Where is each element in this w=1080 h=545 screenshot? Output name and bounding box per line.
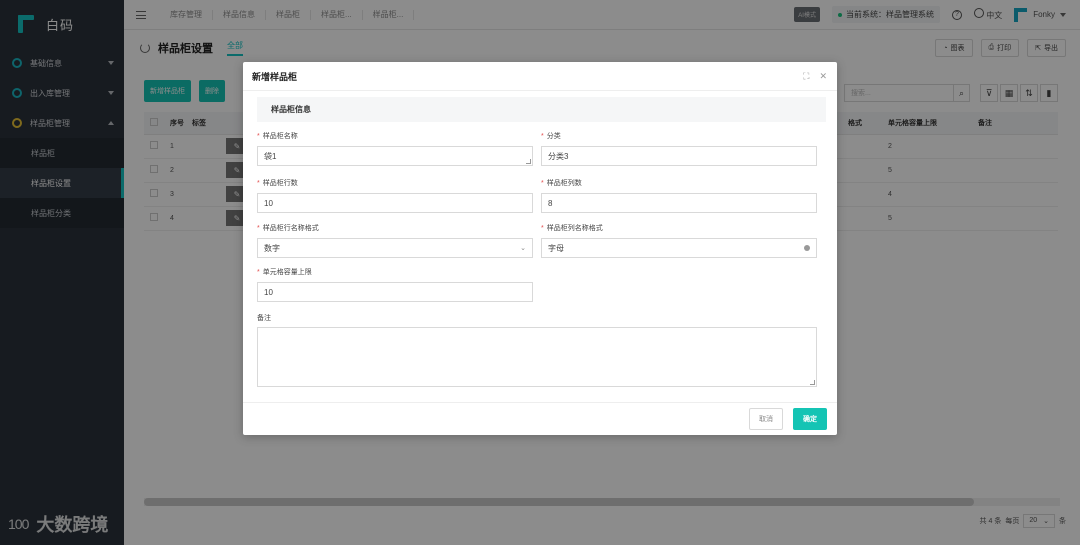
field-label: * 样品柜行数 bbox=[257, 178, 533, 189]
col-format-label: 样品柜列名称格式 bbox=[546, 225, 603, 232]
capacity-label: 单元格容量上限 bbox=[262, 269, 312, 276]
row-format-value: 数字 bbox=[264, 243, 280, 253]
remark-label: 备注 bbox=[257, 315, 271, 322]
cols-value: 8 bbox=[548, 198, 553, 208]
required-mark: * bbox=[257, 269, 260, 276]
add-cabinet-dialog: 新增样品柜 ⛶ ✕ 样品柜信息 * 样品柜名称 袋1 * 分类 分类3 * 样品柜行数… bbox=[243, 62, 837, 435]
cancel-button[interactable]: 取消 bbox=[749, 408, 783, 430]
name-field[interactable]: 袋1 bbox=[257, 146, 533, 166]
cols-label: 样品柜列数 bbox=[546, 180, 582, 187]
required-mark: * bbox=[257, 133, 260, 140]
rows-field[interactable]: 10 bbox=[257, 193, 533, 213]
field-label: * 样品柜列数 bbox=[541, 178, 817, 189]
dialog-footer: 取消 确定 bbox=[243, 402, 837, 435]
field-label: * 样品柜行名称格式 bbox=[257, 223, 533, 234]
remark-field-group: 备注 bbox=[257, 313, 533, 324]
name-label: 样品柜名称 bbox=[262, 133, 298, 140]
category-field[interactable]: 分类3 bbox=[541, 146, 817, 166]
cols-field-group: * 样品柜列数 8 bbox=[541, 178, 817, 213]
clear-icon[interactable] bbox=[804, 245, 810, 251]
dialog-header: 新增样品柜 ⛶ ✕ bbox=[243, 62, 837, 91]
capacity-value: 10 bbox=[264, 287, 273, 297]
section-title: 样品柜信息 bbox=[257, 97, 826, 122]
required-mark: * bbox=[257, 225, 260, 232]
category-label: 分类 bbox=[546, 133, 561, 140]
required-mark: * bbox=[541, 225, 544, 232]
rows-label: 样品柜行数 bbox=[262, 180, 298, 187]
name-value: 袋1 bbox=[264, 151, 277, 161]
row-format-label: 样品柜行名称格式 bbox=[262, 225, 319, 232]
remark-textarea[interactable] bbox=[257, 327, 817, 387]
capacity-field-group: * 单元格容量上限 10 bbox=[257, 267, 533, 302]
col-format-field-group: * 样品柜列名称格式 字母 bbox=[541, 223, 817, 258]
col-format-select[interactable]: 字母 bbox=[541, 238, 817, 258]
fullscreen-icon[interactable]: ⛶ bbox=[803, 71, 809, 82]
rows-value: 10 bbox=[264, 198, 273, 208]
cols-field[interactable]: 8 bbox=[541, 193, 817, 213]
confirm-button[interactable]: 确定 bbox=[793, 408, 827, 430]
field-label: * 分类 bbox=[541, 131, 817, 142]
field-label: * 样品柜名称 bbox=[257, 131, 533, 142]
required-mark: * bbox=[257, 180, 260, 187]
required-mark: * bbox=[541, 133, 544, 140]
category-value: 分类3 bbox=[548, 151, 569, 161]
name-field-group: * 样品柜名称 袋1 bbox=[257, 131, 533, 166]
rows-field-group: * 样品柜行数 10 bbox=[257, 178, 533, 213]
chevron-down-icon: ⌄ bbox=[520, 245, 526, 252]
field-label: * 样品柜列名称格式 bbox=[541, 223, 817, 234]
capacity-field[interactable]: 10 bbox=[257, 282, 533, 302]
dialog-title: 新增样品柜 bbox=[252, 71, 298, 82]
col-format-value: 字母 bbox=[548, 243, 564, 253]
dialog-controls: ⛶ ✕ bbox=[803, 71, 827, 82]
field-label: * 单元格容量上限 bbox=[257, 267, 533, 278]
row-format-field-group: * 样品柜行名称格式 数字 ⌄ bbox=[257, 223, 533, 258]
resize-handle-icon[interactable] bbox=[810, 380, 815, 385]
close-icon[interactable]: ✕ bbox=[819, 71, 827, 82]
row-format-select[interactable]: 数字 ⌄ bbox=[257, 238, 533, 258]
required-mark: * bbox=[541, 180, 544, 187]
resize-handle-icon[interactable] bbox=[526, 159, 531, 164]
category-field-group: * 分类 分类3 bbox=[541, 131, 817, 166]
